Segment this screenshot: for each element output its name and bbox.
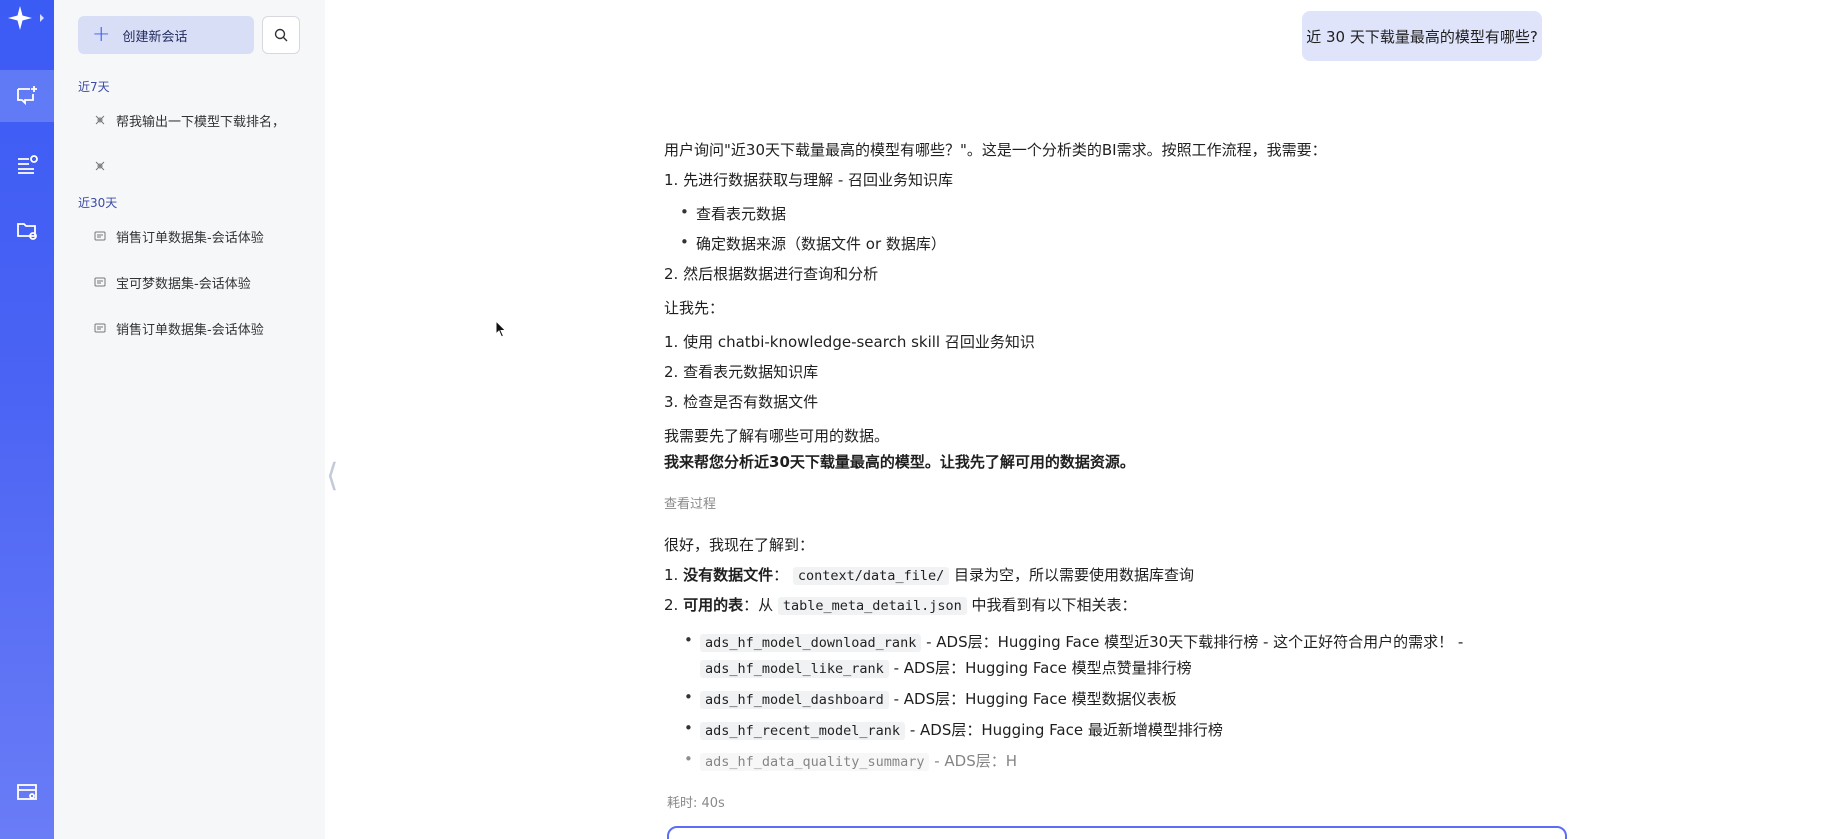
search-button[interactable] [262,16,300,54]
chat-icon [94,277,106,287]
chat-area: 近 30 天下载量最高的模型有哪些? 用户询问"近30天下载量最高的模型有哪些？… [325,0,1847,839]
nav-rail [0,0,54,839]
search-icon [274,28,288,42]
findings-intro: 很好，我现在了解到： [664,536,815,554]
thinking-let-me: 让我先： [664,299,725,317]
conversation-item[interactable]: 销售订单数据集-会话体验 [94,317,294,339]
new-chat-label: 创建新会话 [122,29,188,45]
table-list-item: ads_hf_data_quality_summary - ADS层：H [684,750,1017,771]
view-process-link[interactable]: 查看过程 [664,493,716,512]
new-chat-nav-icon[interactable] [0,70,54,122]
data-folder-nav-icon[interactable] [0,205,54,257]
conversation-item[interactable]: 宝可梦数据集-会话体验 [94,271,294,293]
agent-icon [95,115,105,125]
finding-2: 2. 可用的表：从 table_meta_detail.json 中我看到有以下… [664,596,1137,615]
list-item: 查看表元数据 [680,203,786,224]
inline-code: context/data_file/ [792,567,950,585]
chat-input[interactable] [667,826,1567,839]
todo-item: 2. 查看表元数据知识库 [664,363,819,381]
new-chat-button[interactable]: + 创建新会话 [78,16,254,54]
logo-icon [8,4,48,32]
list-item: 确定数据来源（数据文件 or 数据库） [680,233,946,254]
group-label-30d: 近30天 [78,196,118,210]
app-window: + 创建新会话 近7天 帮我输出一下模型下载排名， 近30天 销售订单数据集-会… [0,0,1847,839]
answer-lead: 我来帮您分析近30天下载量最高的模型。让我先了解可用的数据资源。 [664,453,1135,471]
task-list-nav-icon[interactable] [0,139,54,191]
group-label-7d: 近7天 [78,80,110,94]
user-message-bubble: 近 30 天下载量最高的模型有哪些? [1302,11,1542,61]
plus-icon: + [92,22,111,47]
thinking-step2: 2. 然后根据数据进行查询和分析 [664,265,879,283]
finding-1: 1. 没有数据文件： context/data_file/ 目录为空，所以需要使… [664,566,1195,585]
thinking-step1: 1. 先进行数据获取与理解 - 召回业务知识库 [664,171,954,189]
thinking-intro: 用户询问"近30天下载量最高的模型有哪些？"。这是一个分析类的BI需求。按照工作… [664,141,1327,159]
table-list-item: ads_hf_recent_model_rank - ADS层：Hugging … [684,719,1223,740]
table-list-item: ads_hf_model_download_rank - ADS层：Huggin… [684,631,1463,652]
table-list-item: ads_hf_model_dashboard - ADS层：Hugging Fa… [684,688,1177,709]
inline-code: table_meta_detail.json [777,597,967,615]
chat-icon [94,231,106,241]
conversation-item[interactable] [94,155,294,177]
table-list-item-continued: ads_hf_model_like_rank - ADS层：Hugging Fa… [700,657,1192,678]
agent-icon [95,161,105,171]
settings-nav-icon[interactable] [0,767,54,819]
conversation-sidebar: + 创建新会话 近7天 帮我输出一下模型下载排名， 近30天 销售订单数据集-会… [54,0,507,839]
elapsed-time: 耗时: 40s [667,796,725,811]
conversation-item[interactable]: 帮我输出一下模型下载排名， [94,109,294,131]
conversation-item[interactable]: 销售订单数据集-会话体验 [94,225,294,247]
todo-item: 1. 使用 chatbi-knowledge-search skill 召回业务… [664,333,1035,351]
chat-icon [94,323,106,333]
todo-item: 3. 检查是否有数据文件 [664,393,819,411]
thinking-need: 我需要先了解有哪些可用的数据。 [664,427,890,445]
